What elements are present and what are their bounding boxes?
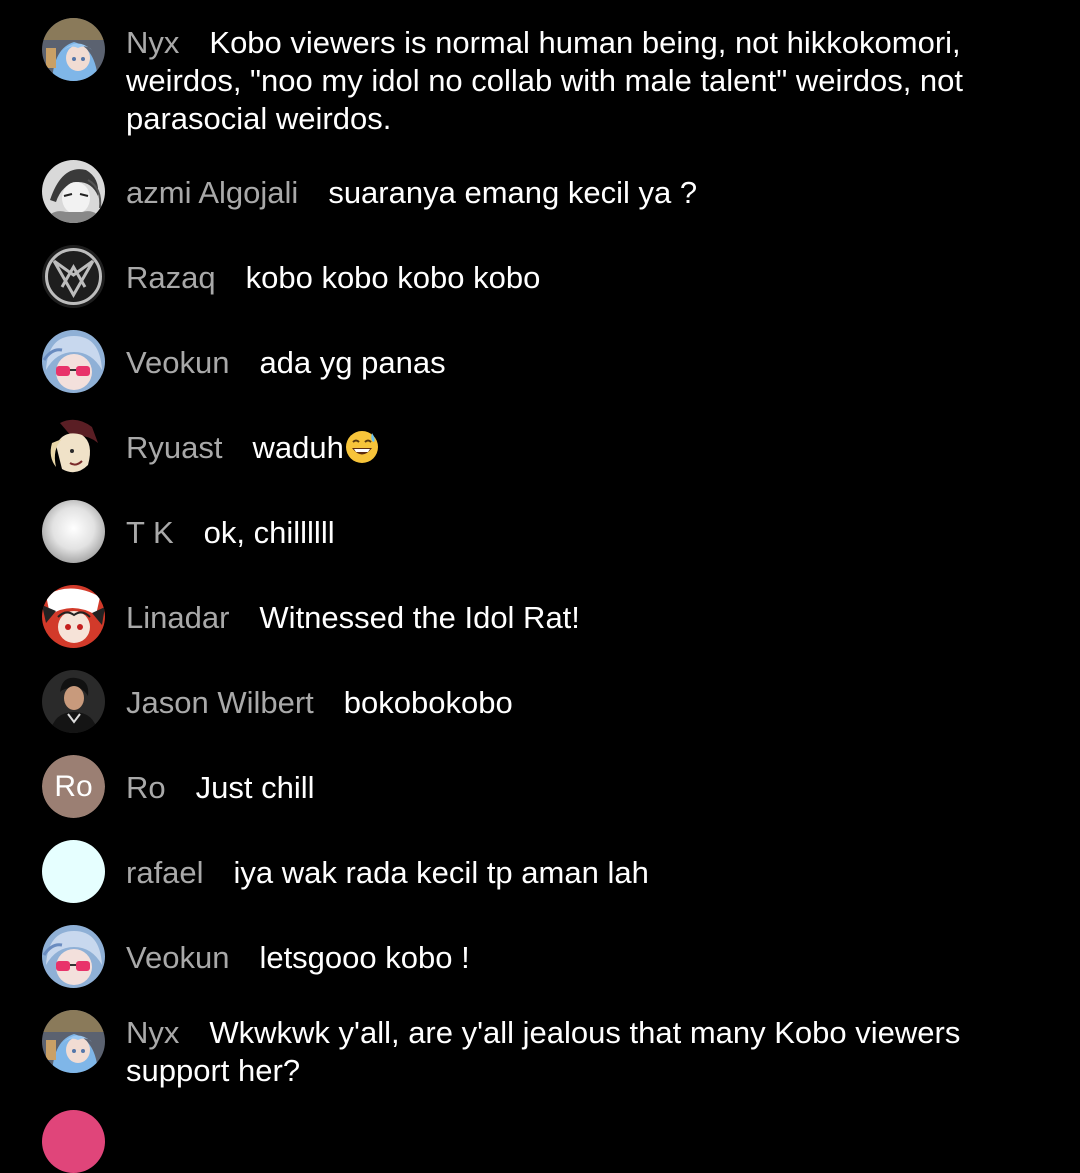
message-body: ok, chillllll	[203, 515, 335, 550]
author-name[interactable]: Ro	[126, 770, 166, 805]
author-name[interactable]: Ryuast	[126, 430, 222, 465]
grayscale-manga-avatar-icon[interactable]	[42, 160, 105, 223]
message-text: Veokun letsgooo kobo !	[126, 939, 1016, 977]
message-body: iya wak rada kecil tp aman lah	[233, 855, 649, 890]
message-body: Witnessed the Idol Rat!	[259, 600, 580, 635]
message-text: rafael iya wak rada kecil tp aman lah	[126, 854, 1016, 892]
message-text: Razaq kobo kobo kobo kobo	[126, 259, 1016, 297]
initials-avatar-icon[interactable]: Ro	[42, 755, 105, 818]
message-body: letsgooo kobo !	[259, 940, 470, 975]
white-blur-avatar-icon[interactable]	[42, 500, 105, 563]
message-text: T K ok, chillllll	[126, 514, 1016, 552]
anime-sunglasses-avatar-icon[interactable]	[42, 925, 105, 988]
live-chat-list: Nyx Kobo viewers is normal human being, n…	[0, 0, 1080, 1173]
message-text: Nyx Kobo viewers is normal human being, n…	[126, 24, 1016, 138]
author-name[interactable]: azmi Algojali	[126, 175, 298, 210]
message-body: bokobokobo	[343, 685, 513, 720]
message-body: suaranya emang kecil ya ?	[328, 175, 698, 210]
author-name[interactable]: Nyx	[126, 1015, 179, 1050]
author-name[interactable]: T K	[126, 515, 174, 550]
author-name[interactable]: Veokun	[126, 345, 229, 380]
author-name[interactable]: Nyx	[126, 25, 179, 60]
person-photo-avatar-icon[interactable]	[42, 670, 105, 733]
message-body: waduh	[252, 430, 344, 465]
blue-haired-anime-avatar-icon[interactable]	[42, 18, 105, 81]
author-name[interactable]: rafael	[126, 855, 204, 890]
next-message-avatar-icon[interactable]	[42, 1110, 105, 1173]
message-body: Kobo viewers is normal human being, not …	[126, 25, 964, 136]
message-body: ada yg panas	[259, 345, 446, 380]
author-name[interactable]: Linadar	[126, 600, 229, 635]
author-name[interactable]: Veokun	[126, 940, 229, 975]
author-name[interactable]: Razaq	[126, 260, 216, 295]
avatar-initials: Ro	[42, 755, 105, 818]
message-text: Ro Just chill	[126, 769, 1016, 807]
message-text: Linadar Witnessed the Idol Rat!	[126, 599, 1016, 637]
message-text: Jason Wilbert bokobokobo	[126, 684, 1016, 722]
dark-anime-avatar-icon[interactable]	[42, 415, 105, 478]
blue-haired-anime-avatar-icon[interactable]	[42, 1010, 105, 1073]
red-white-anime-avatar-icon[interactable]	[42, 585, 105, 648]
plain-light-cyan-avatar-icon[interactable]	[42, 840, 105, 903]
author-name[interactable]: Jason Wilbert	[126, 685, 314, 720]
anime-sunglasses-avatar-icon[interactable]	[42, 330, 105, 393]
grinning-sweat-emoji-icon	[344, 429, 380, 465]
message-body: kobo kobo kobo kobo	[245, 260, 541, 295]
message-text: Nyx Wkwkwk y'all, are y'all jealous that …	[126, 1014, 1016, 1090]
message-text: azmi Algojali suaranya emang kecil ya ?	[126, 174, 1016, 212]
message-text: Veokun ada yg panas	[126, 344, 1016, 382]
message-body: Just chill	[195, 770, 315, 805]
message-body: Wkwkwk y'all, are y'all jealous that man…	[126, 1015, 961, 1088]
message-text: Ryuast waduh	[126, 429, 1016, 467]
geometric-logo-avatar-icon[interactable]	[42, 245, 105, 308]
